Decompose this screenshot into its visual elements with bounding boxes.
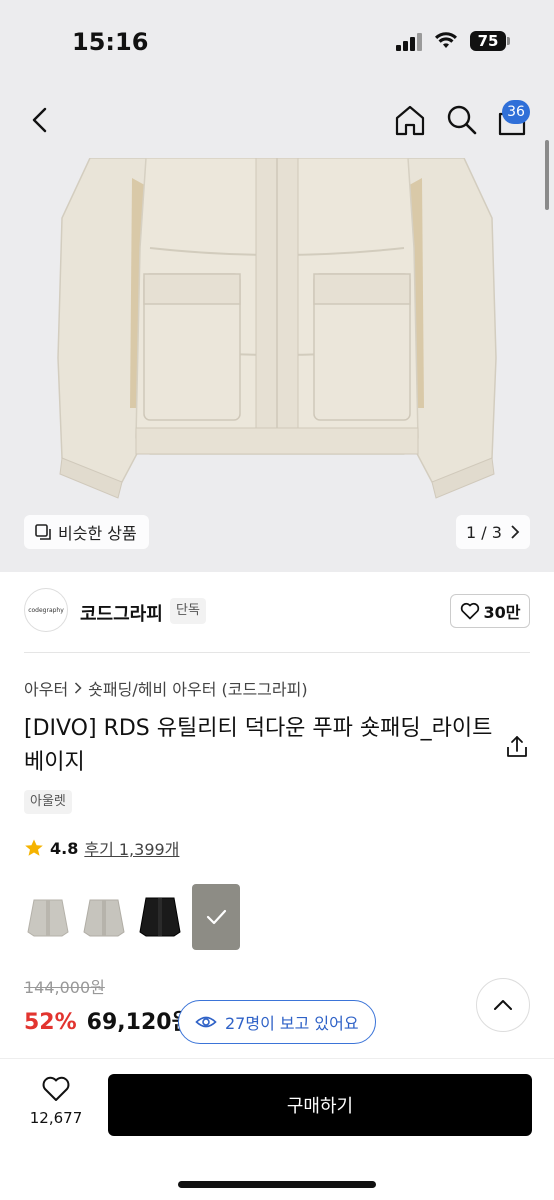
heart-icon [42,1076,70,1101]
review-link[interactable]: 후기 1,399개 [84,836,179,860]
sale-price-row: 52% 69,120원 [24,1004,192,1036]
battery-indicator: 75 [470,31,506,51]
rating-row: 4.8 후기 1,399개 [24,836,179,860]
top-nav [0,90,554,150]
bottom-action-bar: 12,677 구매하기 [0,1058,554,1200]
swatch-gray-beige-selected[interactable] [192,884,240,950]
breadcrumb-level2[interactable]: 숏패딩/헤비 아우터 (코드그라피) [88,676,307,700]
brand-exclusive-tag: 단독 [170,598,206,624]
product-title: [DIVO] RDS 유틸리티 덕다운 푸파 숏패딩_라이트베이지 [24,716,493,775]
swatch-light-gray-2[interactable] [80,884,128,950]
viewers-text: 27명이 보고 있어요 [225,1014,359,1033]
swatch-jacket-image [27,899,69,937]
color-swatches [24,884,240,950]
divider [24,652,530,653]
signal-icon [396,33,422,51]
brand-logo[interactable]: codegraphy [24,588,68,632]
scroll-to-top-button[interactable] [476,978,530,1032]
brand-row: codegraphy 코드그라피 단독 30만 [0,588,554,638]
status-time: 15:16 [72,28,149,56]
wishlist-count: 12,677 [29,1109,83,1127]
outlet-badge: 아울렛 [24,790,72,814]
scroll-indicator [545,140,549,210]
brand-like-count: 30만 [483,603,521,622]
brand-name[interactable]: 코드그라피 [80,600,163,626]
swatch-light-gray-1[interactable] [24,884,72,950]
image-pager[interactable]: 1 / 3 [456,515,530,549]
status-bar: 15:16 75 [0,0,554,80]
search-icon[interactable] [444,102,480,138]
viewers-count-pill: 27명이 보고 있어요 [178,1000,376,1044]
swatch-jacket-image [139,897,181,937]
breadcrumb-level1[interactable]: 아우터 [24,676,68,700]
brand-logo-text: codegraphy [28,607,64,614]
swatch-black[interactable] [136,884,184,950]
original-price: 144,000원 [24,978,105,997]
brand-like-button[interactable]: 30만 [450,594,530,628]
rating-score: 4.8 [50,838,79,858]
chevron-up-icon [494,1000,512,1010]
jacket-illustration [57,158,497,499]
breadcrumb: 아우터 숏패딩/헤비 아우터 (코드그라피) [24,676,308,700]
chevron-right-icon [511,525,520,539]
share-icon[interactable] [504,734,530,760]
eye-icon [195,1016,217,1028]
home-indicator [178,1181,376,1188]
wishlist-button[interactable]: 12,677 [20,1075,92,1145]
product-image[interactable] [0,158,554,572]
swatch-jacket-image [83,899,125,937]
wifi-icon [435,32,457,48]
similar-items-button[interactable]: 비슷한 상품 [24,515,149,549]
back-arrow-icon[interactable] [22,102,58,138]
pager-text: 1 / 3 [466,522,502,542]
similar-items-label: 비슷한 상품 [58,524,137,543]
heart-icon [460,602,479,620]
cart-count-badge: 36 [502,100,530,124]
similar-items-icon [35,524,51,540]
star-icon [25,839,43,856]
battery-tip [507,37,510,45]
sale-price: 69,120원 [86,1010,192,1035]
discount-rate: 52% [24,1010,77,1035]
buy-button[interactable]: 구매하기 [108,1074,532,1136]
home-icon[interactable] [392,102,428,138]
chevron-right-icon [75,682,82,694]
check-icon [206,909,227,925]
